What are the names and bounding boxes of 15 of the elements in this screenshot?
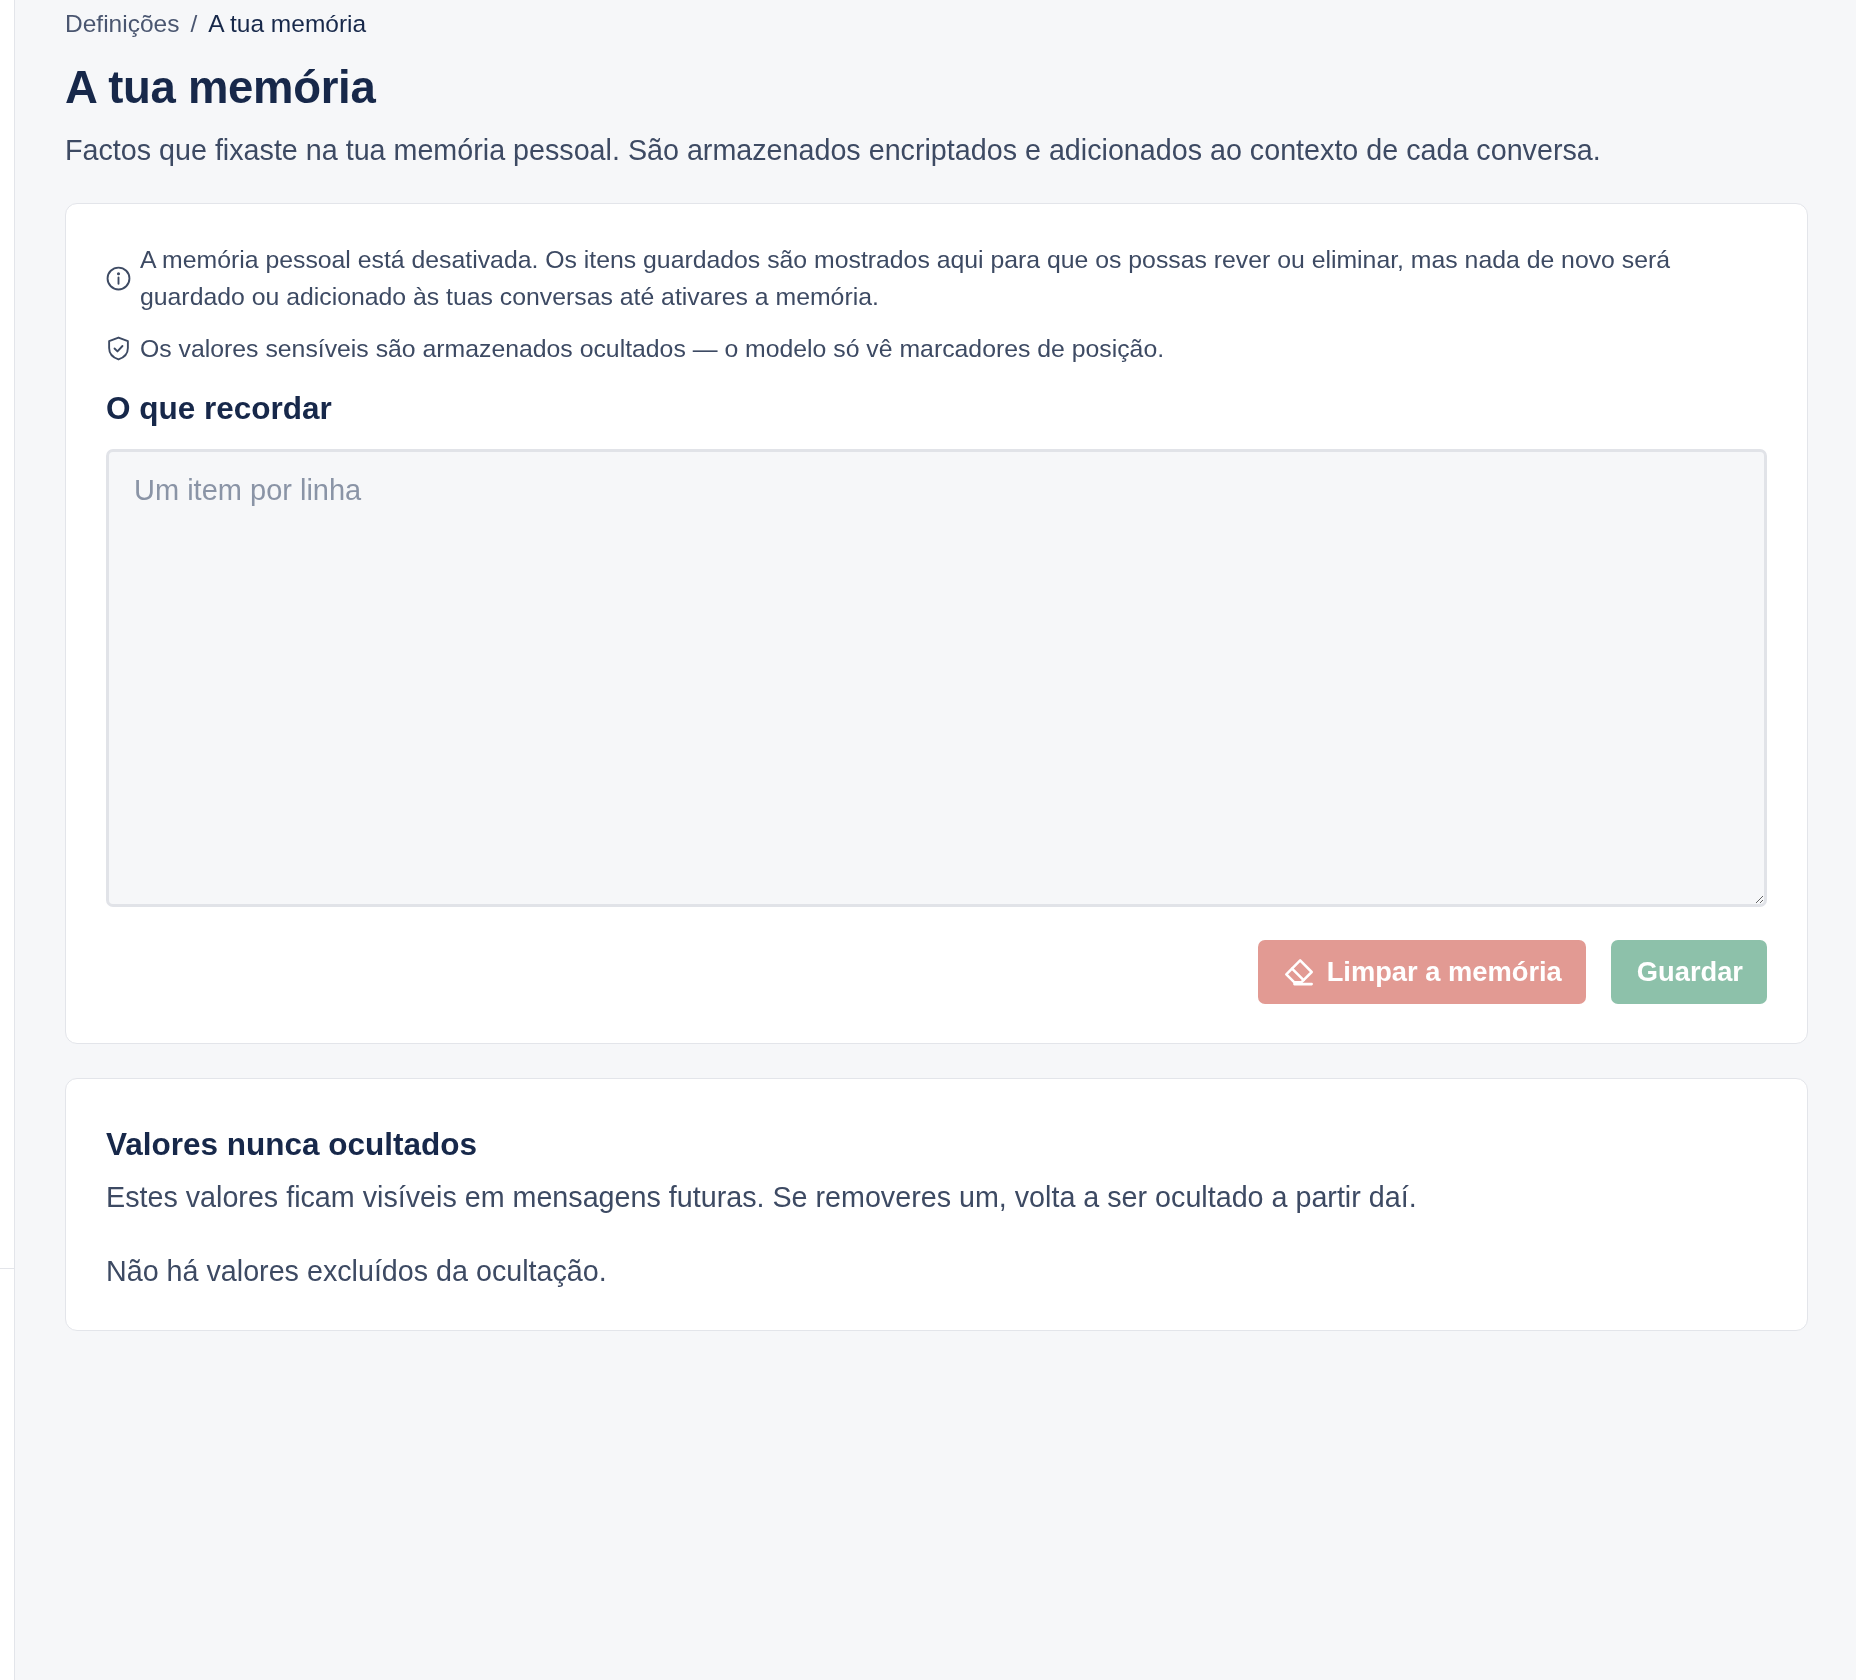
page-subtitle: Factos que fixaste na tua memória pessoal. São armazenados encriptados e adicionados ao contexto de cada conversa. [65,133,1602,168]
current-page-label: A tua memória [208,9,367,39]
section-description: Estes valores ficam visíveis em mensagens futuras. Se removeres um, volta a ser ocultado a partir daí. [106,1179,1418,1215]
breadcrumb-link[interactable]: Definições [65,7,180,41]
page-title: A tua memória [65,61,377,115]
memory-textarea[interactable]: Um item por linha [106,448,1767,907]
section-heading: O que recordar [106,388,333,428]
notice-text: Os valores sensíveis são armazenados ocultados — o modelo só vê marcadores de posição. [140,334,1165,364]
breadcrumb-separator: / [190,9,198,39]
info-icon [106,265,131,291]
section-heading: Valores nunca ocultados [106,1124,479,1164]
empty-state-text: Não há valores excluídos da ocultação. [106,1253,608,1289]
eraser-icon [1283,957,1314,986]
shield-check-icon [106,336,131,361]
notice-text: A memória pessoal está desativada. Os itens guardados são mostrados aqui para que os possas rever ou eliminar, mas nada de novo será guardado ou adicionado às tuas conversas até ativares a memória. [140,245,1671,312]
